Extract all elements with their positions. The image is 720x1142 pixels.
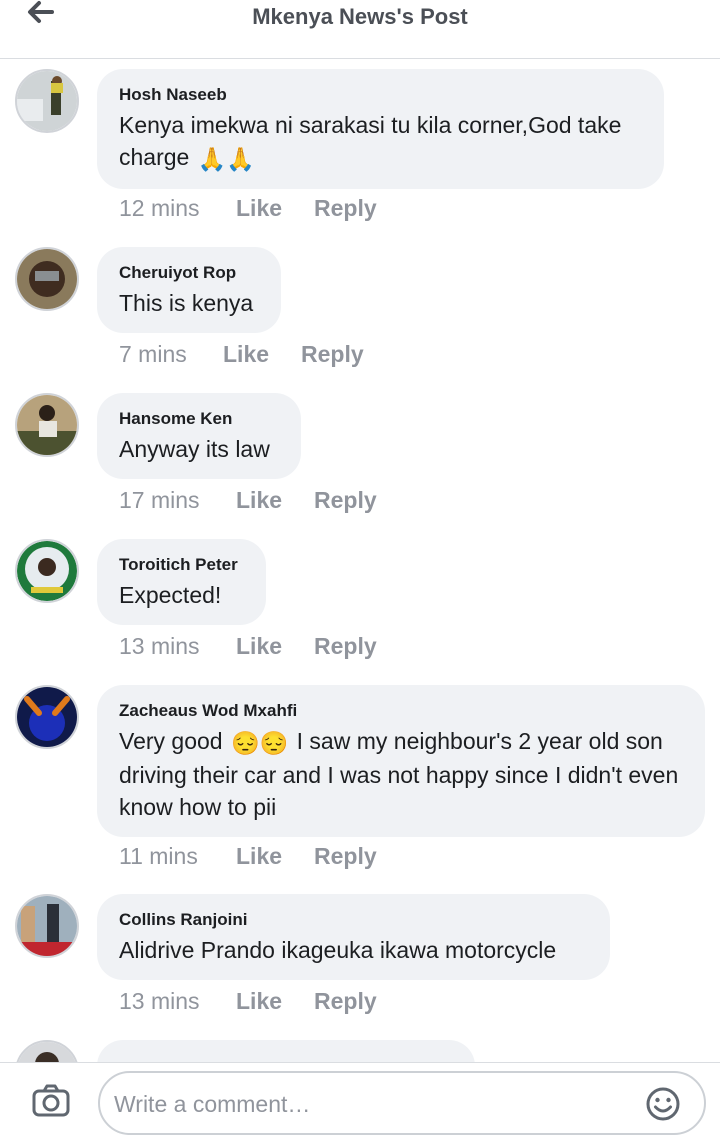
comment-text: This is kenya — [119, 290, 254, 316]
comment-text-start: Very good — [119, 728, 223, 754]
reply-button[interactable]: Reply — [314, 195, 377, 222]
comment-author[interactable]: Hosh Naseeb — [119, 85, 642, 105]
comment-time[interactable]: 13 mins — [119, 633, 236, 660]
avatar[interactable] — [15, 685, 79, 749]
comment-composer — [0, 1062, 720, 1142]
like-button[interactable]: Like — [223, 341, 301, 368]
like-button[interactable]: Like — [236, 633, 314, 660]
comment-text-body: Kenya imekwa ni sarakasi tu kila corner,… — [119, 112, 622, 170]
comment-meta: 11 mins Like Reply — [119, 843, 377, 870]
comment-text: Kenya imekwa ni sarakasi tu kila corner,… — [119, 109, 642, 175]
avatar[interactable] — [15, 393, 79, 457]
reply-button[interactable]: Reply — [314, 843, 377, 870]
comment-text: Expected! — [119, 582, 222, 608]
comment-meta: 13 mins Like Reply — [119, 988, 377, 1015]
comment-meta: 13 mins Like Reply — [119, 633, 377, 660]
comment-bubble: Toroitich Peter Expected! — [97, 539, 266, 625]
comment-text: Anyway its law — [119, 436, 270, 462]
avatar[interactable] — [15, 1040, 79, 1062]
comment-input-container[interactable] — [98, 1071, 706, 1135]
camera-icon[interactable] — [30, 1081, 72, 1123]
comment-author[interactable]: Hansome Ken — [119, 409, 279, 429]
avatar[interactable] — [15, 539, 79, 603]
reply-button[interactable]: Reply — [314, 487, 377, 514]
smiley-icon[interactable] — [644, 1085, 682, 1123]
comment-bubble: Hansome Ken Anyway its law — [97, 393, 301, 479]
like-button[interactable]: Like — [236, 487, 314, 514]
avatar[interactable] — [15, 247, 79, 311]
post-header: Mkenya News's Post — [0, 0, 720, 59]
comment-author[interactable]: Toroitich Peter — [119, 555, 244, 575]
comment-text: Alidrive Prando ikageuka ikawa motorcycl… — [119, 937, 557, 963]
reply-button[interactable]: Reply — [314, 633, 377, 660]
comment-time[interactable]: 17 mins — [119, 487, 236, 514]
comment-time[interactable]: 12 mins — [119, 195, 236, 222]
comment-bubble — [97, 1040, 475, 1062]
like-button[interactable]: Like — [236, 988, 314, 1015]
reply-button[interactable]: Reply — [314, 988, 377, 1015]
comment-meta: 7 mins Like Reply — [119, 341, 364, 368]
comments-list: Hosh Naseeb Kenya imekwa ni sarakasi tu … — [0, 59, 720, 1062]
page-title: Mkenya News's Post — [252, 4, 468, 29]
comment-bubble: Cheruiyot Rop This is kenya — [97, 247, 281, 333]
comment-author[interactable]: Collins Ranjoini — [119, 910, 588, 930]
like-button[interactable]: Like — [236, 195, 314, 222]
praying-hands-emoji: 🙏🙏 — [197, 145, 255, 172]
like-button[interactable]: Like — [236, 843, 314, 870]
comment-author[interactable]: Zacheaus Wod Mxahfi — [119, 701, 683, 721]
avatar[interactable] — [15, 69, 79, 133]
reply-button[interactable]: Reply — [301, 341, 364, 368]
comment-bubble: Zacheaus Wod Mxahfi Very good 😔😔 I saw m… — [97, 685, 705, 837]
comment-time[interactable]: 11 mins — [119, 843, 236, 870]
comment-bubble: Collins Ranjoini Alidrive Prando ikageuk… — [97, 894, 610, 980]
comment-input[interactable] — [112, 1081, 636, 1127]
comment-time[interactable]: 13 mins — [119, 988, 236, 1015]
avatar[interactable] — [15, 894, 79, 958]
comment-meta: 17 mins Like Reply — [119, 487, 377, 514]
pensive-face-emoji: 😔😔 — [230, 729, 289, 756]
comment-meta: 12 mins Like Reply — [119, 195, 377, 222]
comment-time[interactable]: 7 mins — [119, 341, 223, 368]
comment-author[interactable]: Cheruiyot Rop — [119, 263, 259, 283]
comment-text: Very good 😔😔 I saw my neighbour's 2 year… — [119, 725, 683, 823]
comment-bubble: Hosh Naseeb Kenya imekwa ni sarakasi tu … — [97, 69, 664, 189]
